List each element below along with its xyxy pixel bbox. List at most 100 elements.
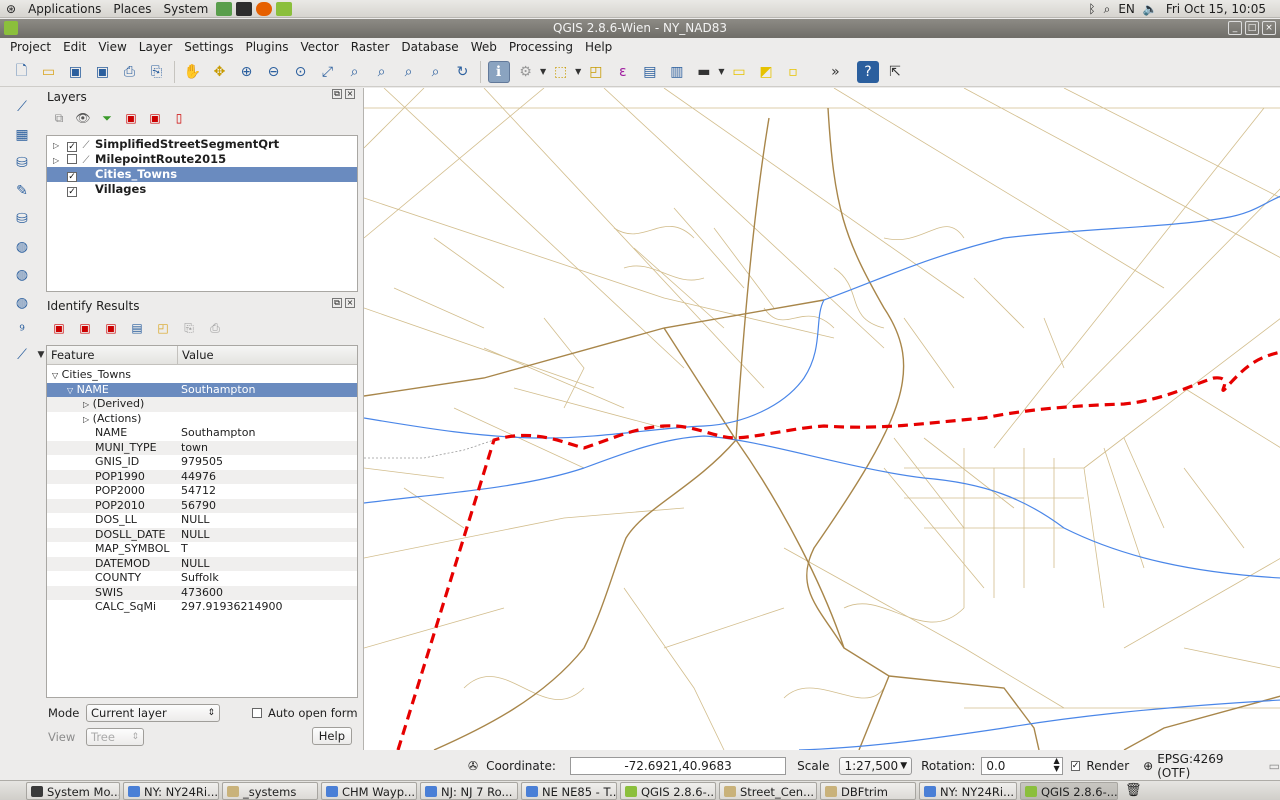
collapse-all-icon[interactable]: ▣	[146, 109, 164, 127]
expand-new-results-icon[interactable]: ▣	[102, 319, 120, 337]
actions-row[interactable]: ▷ (Actions)	[47, 412, 357, 427]
auto-open-form-checkbox[interactable]	[252, 708, 262, 718]
bluetooth-icon[interactable]: ᛒ	[1084, 0, 1099, 18]
close-panel-icon[interactable]: ×	[345, 89, 355, 99]
places-menu[interactable]: Places	[107, 0, 157, 18]
layer-visibility-checkbox[interactable]: ✓	[67, 172, 77, 182]
add-group-icon[interactable]: ⧉	[50, 109, 68, 127]
taskbar-button[interactable]: NY: NY24Ri...	[919, 781, 1017, 800]
attribute-row[interactable]: CALC_SqMi 297.91936214900	[47, 600, 357, 615]
layer-row[interactable]: ✓ Cities_Towns	[47, 167, 357, 182]
mode-select[interactable]: Current layer ⇕	[86, 704, 220, 722]
attribute-row[interactable]: POP1990 44976	[47, 469, 357, 484]
taskbar-button[interactable]: QGIS 2.8.6-...	[620, 781, 716, 800]
menu-web[interactable]: Web	[465, 38, 503, 57]
messages-icon[interactable]: ▭	[1269, 759, 1280, 773]
spin-arrows-icon[interactable]: ▲ ▼	[1054, 757, 1060, 773]
menu-vector[interactable]: Vector	[294, 38, 344, 57]
collapse-tree-icon[interactable]: ▣	[76, 319, 94, 337]
chevron-right-icon[interactable]: ▷	[53, 153, 63, 168]
applications-menu[interactable]: Applications	[22, 0, 107, 18]
save-as-icon[interactable]: ▣	[92, 61, 114, 83]
attribute-row[interactable]: DATEMOD NULL	[47, 556, 357, 571]
firefox-launcher-icon[interactable]	[256, 1, 273, 16]
attribute-row[interactable]: POP2000 54712	[47, 484, 357, 499]
menu-database[interactable]: Database	[395, 38, 464, 57]
print-icon[interactable]: ⎙	[206, 319, 224, 337]
attribute-row[interactable]: SWIS 473600	[47, 585, 357, 600]
layer-row[interactable]: ▷ ⟋ MilepointRoute2015	[47, 152, 357, 167]
system-menu[interactable]: System	[158, 0, 215, 18]
measure-line-icon[interactable]: ▬	[693, 61, 715, 83]
attribute-row[interactable]: COUNTY Suffolk	[47, 571, 357, 586]
qgis-launcher-icon[interactable]	[276, 1, 293, 16]
float-panel-icon[interactable]: ⧉	[332, 89, 342, 99]
filter-legend-icon[interactable]: ⏷	[98, 109, 116, 127]
taskbar-button[interactable]: NE NE85 - T...	[521, 781, 617, 800]
add-spatialite-layer-icon[interactable]: ✎	[11, 180, 33, 202]
close-icon[interactable]: ×	[1262, 21, 1276, 35]
new-bookmark-icon[interactable]: ◩	[755, 61, 777, 83]
open-attribute-table-icon[interactable]: ▤	[639, 61, 661, 83]
menu-layer[interactable]: Layer	[133, 38, 178, 57]
attribute-row[interactable]: DOS_LL NULL	[47, 513, 357, 528]
chevron-down-icon[interactable]: ▼	[575, 67, 581, 76]
deselect-all-icon[interactable]: ◰	[585, 61, 607, 83]
crs-globe-icon[interactable]: ⊕	[1143, 759, 1153, 773]
layer-visibility-checkbox[interactable]: ✓	[67, 142, 77, 152]
layer-visibility-checkbox[interactable]	[67, 154, 77, 164]
attribute-row[interactable]: NAME Southampton	[47, 426, 357, 441]
taskbar-button[interactable]: System Mo...	[26, 781, 120, 800]
attribute-row[interactable]: GNIS_ID 979505	[47, 455, 357, 470]
expand-all-icon[interactable]: ▣	[122, 109, 140, 127]
select-features-icon[interactable]: ⬚	[550, 61, 572, 83]
zoom-actual-size-icon[interactable]: ⊙	[290, 61, 312, 83]
layer-row[interactable]: ▷ ✓ ⟋ SimplifiedStreetSegmentQrt	[47, 137, 357, 152]
taskbar-button[interactable]: CHM Wayp...	[321, 781, 417, 800]
chevron-right-icon[interactable]: ▷	[53, 138, 63, 153]
attribute-row[interactable]: MUNI_TYPE town	[47, 440, 357, 455]
layer-row[interactable]: ✓ Villages	[47, 182, 357, 197]
add-vector-layer-icon[interactable]: ⟋	[11, 96, 33, 118]
run-feature-action-icon[interactable]: ⚙	[515, 61, 537, 83]
menu-help[interactable]: Help	[579, 38, 618, 57]
pan-icon[interactable]: ✋	[182, 61, 204, 83]
save-project-icon[interactable]: ▣	[65, 61, 87, 83]
composer-manager-icon[interactable]: ⎘	[146, 61, 168, 83]
keyboard-layout[interactable]: EN	[1114, 0, 1139, 18]
chevron-down-icon[interactable]: ▽	[52, 371, 58, 380]
ubuntu-logo-icon[interactable]: ⊛	[0, 0, 22, 18]
value-column-header[interactable]: Value	[178, 346, 214, 364]
remove-layer-icon[interactable]: ▯	[170, 109, 188, 127]
toolbar-overflow[interactable]: »	[824, 61, 846, 83]
crs-status[interactable]: EPSG:4269 (OTF)	[1157, 752, 1256, 780]
zoom-in-icon[interactable]: ⊕	[236, 61, 258, 83]
taskbar-button[interactable]: QGIS 2.8.6-...	[1020, 781, 1118, 800]
menu-plugins[interactable]: Plugins	[239, 38, 294, 57]
add-raster-layer-icon[interactable]: ▦	[11, 124, 33, 146]
zoom-next-icon[interactable]: ⌕	[425, 61, 447, 83]
chevron-down-icon[interactable]: ▽	[67, 386, 73, 395]
menu-project[interactable]: Project	[4, 38, 57, 57]
system-monitor-launcher-icon[interactable]	[236, 1, 253, 16]
map-canvas[interactable]	[363, 88, 1280, 750]
volume-icon[interactable]: 🔈	[1139, 0, 1162, 18]
derived-row[interactable]: ▷ (Derived)	[47, 397, 357, 412]
scale-select[interactable]: 1:27,500 ▼	[839, 757, 913, 775]
taskbar-button[interactable]: DBFtrim	[820, 781, 916, 800]
whats-this-icon[interactable]: ⇱	[884, 61, 906, 83]
map-svg[interactable]	[364, 88, 1280, 750]
menu-raster[interactable]: Raster	[345, 38, 396, 57]
open-project-icon[interactable]: ▭	[38, 61, 60, 83]
taskbar-button[interactable]: Street_Cen...	[719, 781, 817, 800]
help-button[interactable]: Help	[311, 727, 352, 745]
float-panel-icon[interactable]: ⧉	[332, 298, 342, 308]
manage-visibility-icon[interactable]: 👁	[74, 109, 92, 127]
chevron-down-icon[interactable]: ▼	[540, 67, 546, 76]
identify-layer-row[interactable]: ▽ Cities_Towns	[47, 368, 357, 383]
menu-settings[interactable]: Settings	[178, 38, 239, 57]
add-wcs-layer-icon[interactable]: ◍	[11, 264, 33, 286]
copy-feature-icon[interactable]: ⎘	[180, 319, 198, 337]
add-postgis-layer-icon[interactable]: ⛁	[11, 152, 33, 174]
layer-visibility-checkbox[interactable]: ✓	[67, 187, 77, 197]
